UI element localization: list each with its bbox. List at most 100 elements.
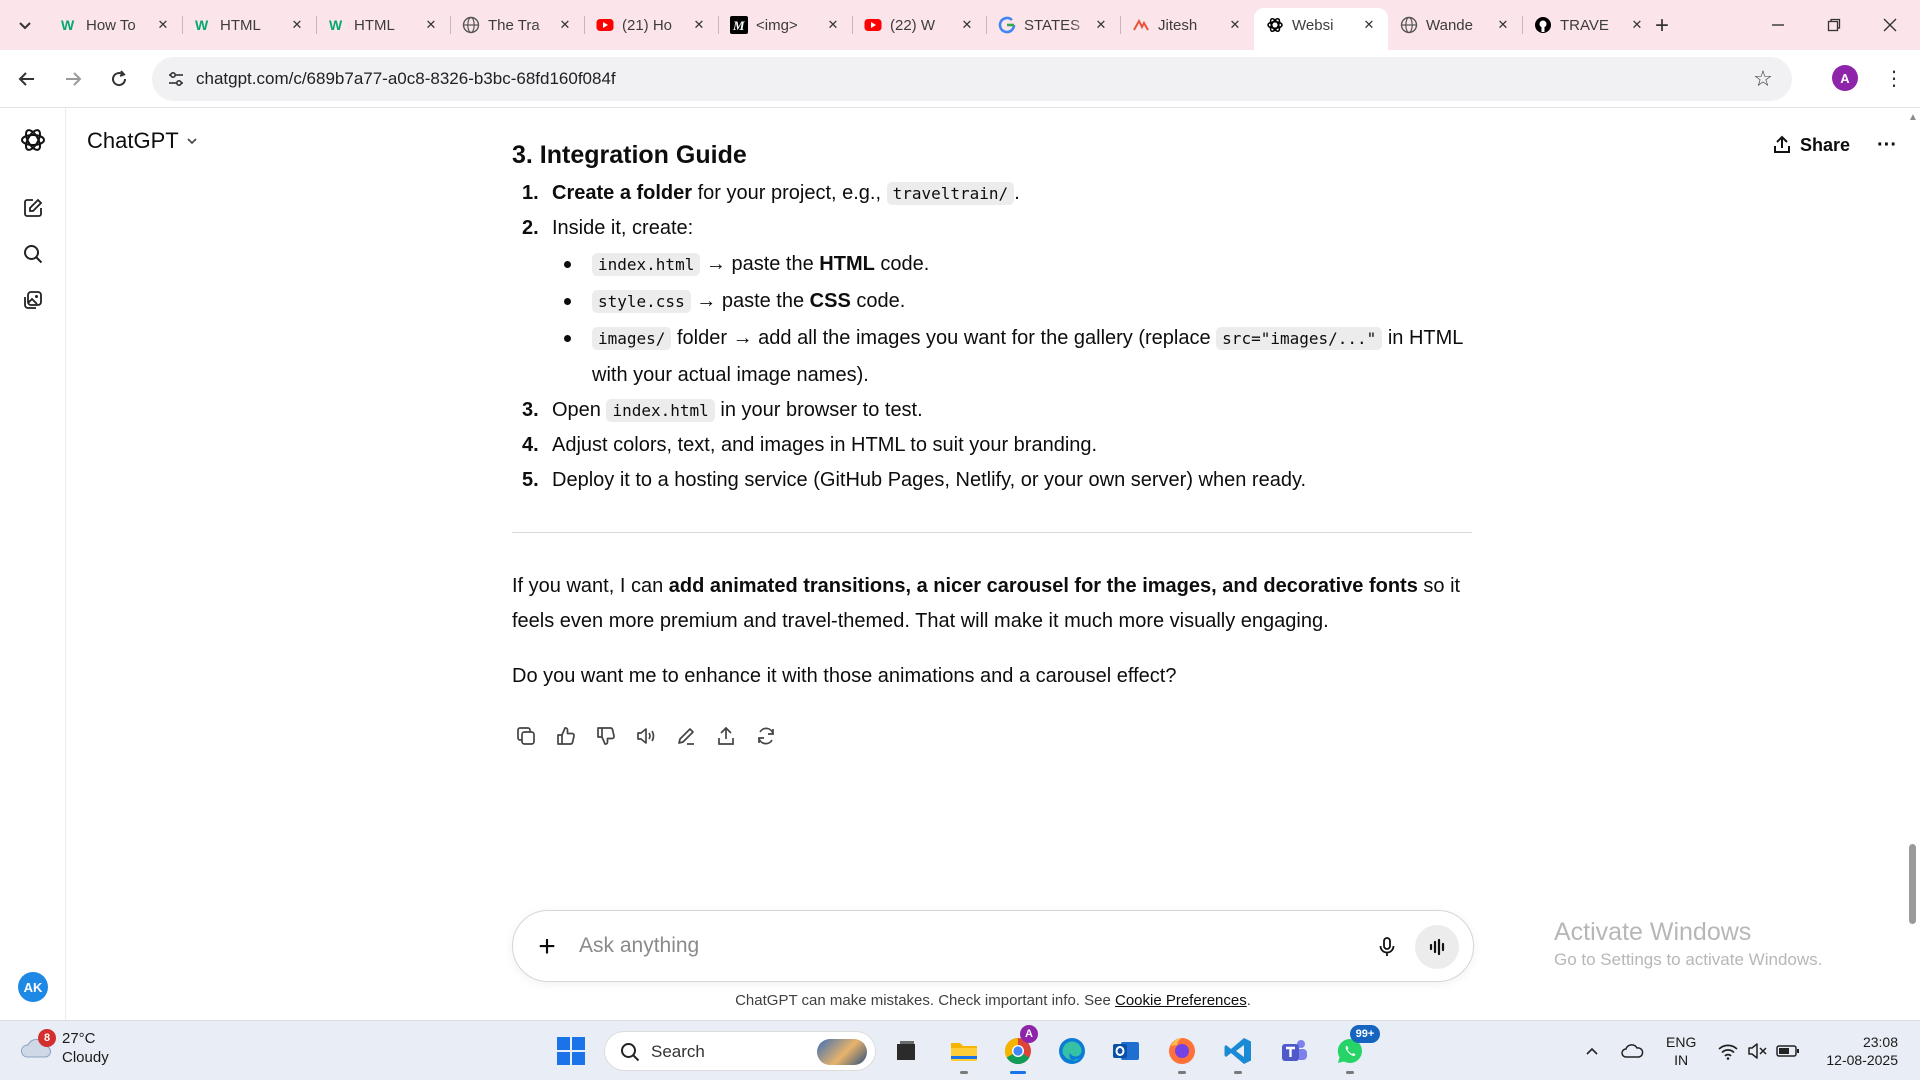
close-tab-icon[interactable]: ✕ xyxy=(824,16,842,34)
taskbar-search[interactable]: Search xyxy=(604,1031,876,1071)
show-hidden-icons-button[interactable] xyxy=(1580,1039,1604,1063)
github-icon xyxy=(1534,16,1552,34)
wifi-icon[interactable] xyxy=(1716,1039,1740,1063)
step-item: 1. Create a folder for your project, e.g.… xyxy=(512,176,1472,211)
bold-text: HTML xyxy=(819,253,875,275)
running-indicator xyxy=(960,1071,968,1074)
new-chat-button[interactable] xyxy=(17,192,49,224)
url-text[interactable]: chatgpt.com/c/689b7a77-a0c8-8326-b3bc-68… xyxy=(196,69,616,89)
task-view-button[interactable] xyxy=(886,1031,926,1071)
outlook-app[interactable] xyxy=(1106,1031,1146,1071)
microphone-icon xyxy=(1379,937,1395,956)
read-aloud-button[interactable] xyxy=(632,722,660,750)
bookmark-star-icon[interactable]: ☆ xyxy=(1750,66,1776,92)
svg-text:W: W xyxy=(329,17,343,33)
language-indicator[interactable]: ENG IN xyxy=(1666,1033,1696,1069)
step-item: 2. Inside it, create: xyxy=(512,211,1472,246)
browser-tab[interactable]: Wande ✕ xyxy=(1388,8,1522,42)
browser-tab[interactable]: The Tra ✕ xyxy=(450,8,584,42)
chevron-up-icon xyxy=(1586,1047,1598,1055)
browser-tab[interactable]: TRAVE ✕ xyxy=(1522,8,1656,42)
scrollbar-thumb[interactable] xyxy=(1909,844,1916,924)
browser-tab-active[interactable]: Websi ✕ xyxy=(1254,8,1388,50)
tab-search-button[interactable] xyxy=(12,12,38,38)
followup-paragraph: If you want, I can add animated transiti… xyxy=(512,569,1472,639)
share-message-button[interactable] xyxy=(712,722,740,750)
copy-button[interactable] xyxy=(512,722,540,750)
reload-button[interactable] xyxy=(104,64,134,94)
steps-list: 1. Create a folder for your project, e.g.… xyxy=(512,176,1472,498)
text-run: folder → add all the images you want for… xyxy=(671,327,1217,349)
forward-button[interactable] xyxy=(58,64,88,94)
voice-mode-button[interactable] xyxy=(1415,925,1459,969)
chrome-app[interactable]: A xyxy=(998,1025,1038,1074)
browser-tab[interactable]: STATES ✕ xyxy=(986,8,1120,42)
cookie-preferences-link[interactable]: Cookie Preferences xyxy=(1115,992,1247,1009)
whatsapp-app[interactable]: 99+ xyxy=(1330,1025,1380,1074)
youtube-icon xyxy=(596,16,614,34)
close-tab-icon[interactable]: ✕ xyxy=(958,16,976,34)
close-window-button[interactable] xyxy=(1862,0,1918,50)
chatgpt-icon xyxy=(1266,16,1284,34)
library-button[interactable] xyxy=(17,284,49,316)
model-switcher[interactable]: ChatGPT xyxy=(87,128,199,154)
firefox-app[interactable] xyxy=(1162,1031,1202,1074)
volume-muted-icon[interactable] xyxy=(1746,1039,1770,1063)
close-tab-icon[interactable]: ✕ xyxy=(1360,16,1378,34)
close-tab-icon[interactable]: ✕ xyxy=(690,16,708,34)
thumbs-up-button[interactable] xyxy=(552,722,580,750)
browser-tab[interactable]: W How To ✕ xyxy=(48,8,182,42)
chrome-profile-badge: A xyxy=(1020,1025,1038,1043)
vscode-app[interactable] xyxy=(1218,1031,1258,1074)
prompt-input[interactable] xyxy=(579,930,1339,962)
scrollbar[interactable]: ▲ xyxy=(1904,108,1920,1020)
browser-menu-button[interactable]: ⋮ xyxy=(1880,64,1908,92)
system-clock[interactable]: 23:08 12-08-2025 xyxy=(1812,1033,1898,1069)
search-chats-button[interactable] xyxy=(17,238,49,270)
teams-app[interactable] xyxy=(1274,1031,1314,1071)
regenerate-button[interactable] xyxy=(752,722,780,750)
file-explorer-app[interactable] xyxy=(944,1031,984,1074)
profile-avatar[interactable]: A xyxy=(1832,65,1858,91)
dictate-button[interactable] xyxy=(1371,931,1403,963)
battery-icon[interactable] xyxy=(1776,1039,1800,1063)
browser-tab[interactable]: (22) W ✕ xyxy=(852,8,986,42)
minimize-button[interactable] xyxy=(1750,0,1806,50)
address-bar[interactable]: chatgpt.com/c/689b7a77-a0c8-8326-b3bc-68… xyxy=(152,57,1792,101)
google-icon xyxy=(998,16,1016,34)
close-tab-icon[interactable]: ✕ xyxy=(556,16,574,34)
browser-tab[interactable]: (21) Ho ✕ xyxy=(584,8,718,42)
watermark-subtitle: Go to Settings to activate Windows. xyxy=(1554,950,1823,969)
close-tab-icon[interactable]: ✕ xyxy=(288,16,306,34)
start-button[interactable] xyxy=(556,1036,586,1066)
new-tab-button[interactable]: + xyxy=(1648,12,1676,40)
edge-app[interactable] xyxy=(1052,1031,1092,1071)
chatgpt-logo-icon[interactable] xyxy=(17,124,49,156)
sub-list-item: style.css → paste the CSS code. xyxy=(552,283,1472,320)
thumbs-down-button[interactable] xyxy=(592,722,620,750)
add-attachment-button[interactable]: + xyxy=(531,930,563,963)
weather-widget[interactable]: 8 27°C Cloudy xyxy=(18,1029,109,1067)
back-button[interactable] xyxy=(12,64,42,94)
close-tab-icon[interactable]: ✕ xyxy=(1628,16,1646,34)
user-avatar[interactable]: AK xyxy=(18,972,48,1002)
share-button[interactable]: Share xyxy=(1772,128,1850,162)
close-tab-icon[interactable]: ✕ xyxy=(154,16,172,34)
close-tab-icon[interactable]: ✕ xyxy=(422,16,440,34)
restore-button[interactable] xyxy=(1806,0,1862,50)
arrow-left-icon xyxy=(18,72,34,86)
tab-title: The Tra xyxy=(488,16,540,34)
close-tab-icon[interactable]: ✕ xyxy=(1092,16,1110,34)
close-tab-icon[interactable]: ✕ xyxy=(1494,16,1512,34)
site-info-icon[interactable] xyxy=(164,67,188,91)
onedrive-icon[interactable] xyxy=(1620,1039,1644,1063)
browser-tab[interactable]: W HTML ✕ xyxy=(316,8,450,42)
close-tab-icon[interactable]: ✕ xyxy=(1226,16,1244,34)
scroll-up-arrow-icon[interactable]: ▲ xyxy=(1908,112,1918,123)
bold-text: add animated transitions, a nicer carous… xyxy=(668,575,1418,597)
browser-tab[interactable]: Jitesh ✕ xyxy=(1120,8,1254,42)
browser-tab[interactable]: M <img> ✕ xyxy=(718,8,852,42)
edit-canvas-button[interactable] xyxy=(672,722,700,750)
conversation-options-button[interactable]: ··· xyxy=(1872,130,1902,160)
browser-tab[interactable]: W HTML ✕ xyxy=(182,8,316,42)
